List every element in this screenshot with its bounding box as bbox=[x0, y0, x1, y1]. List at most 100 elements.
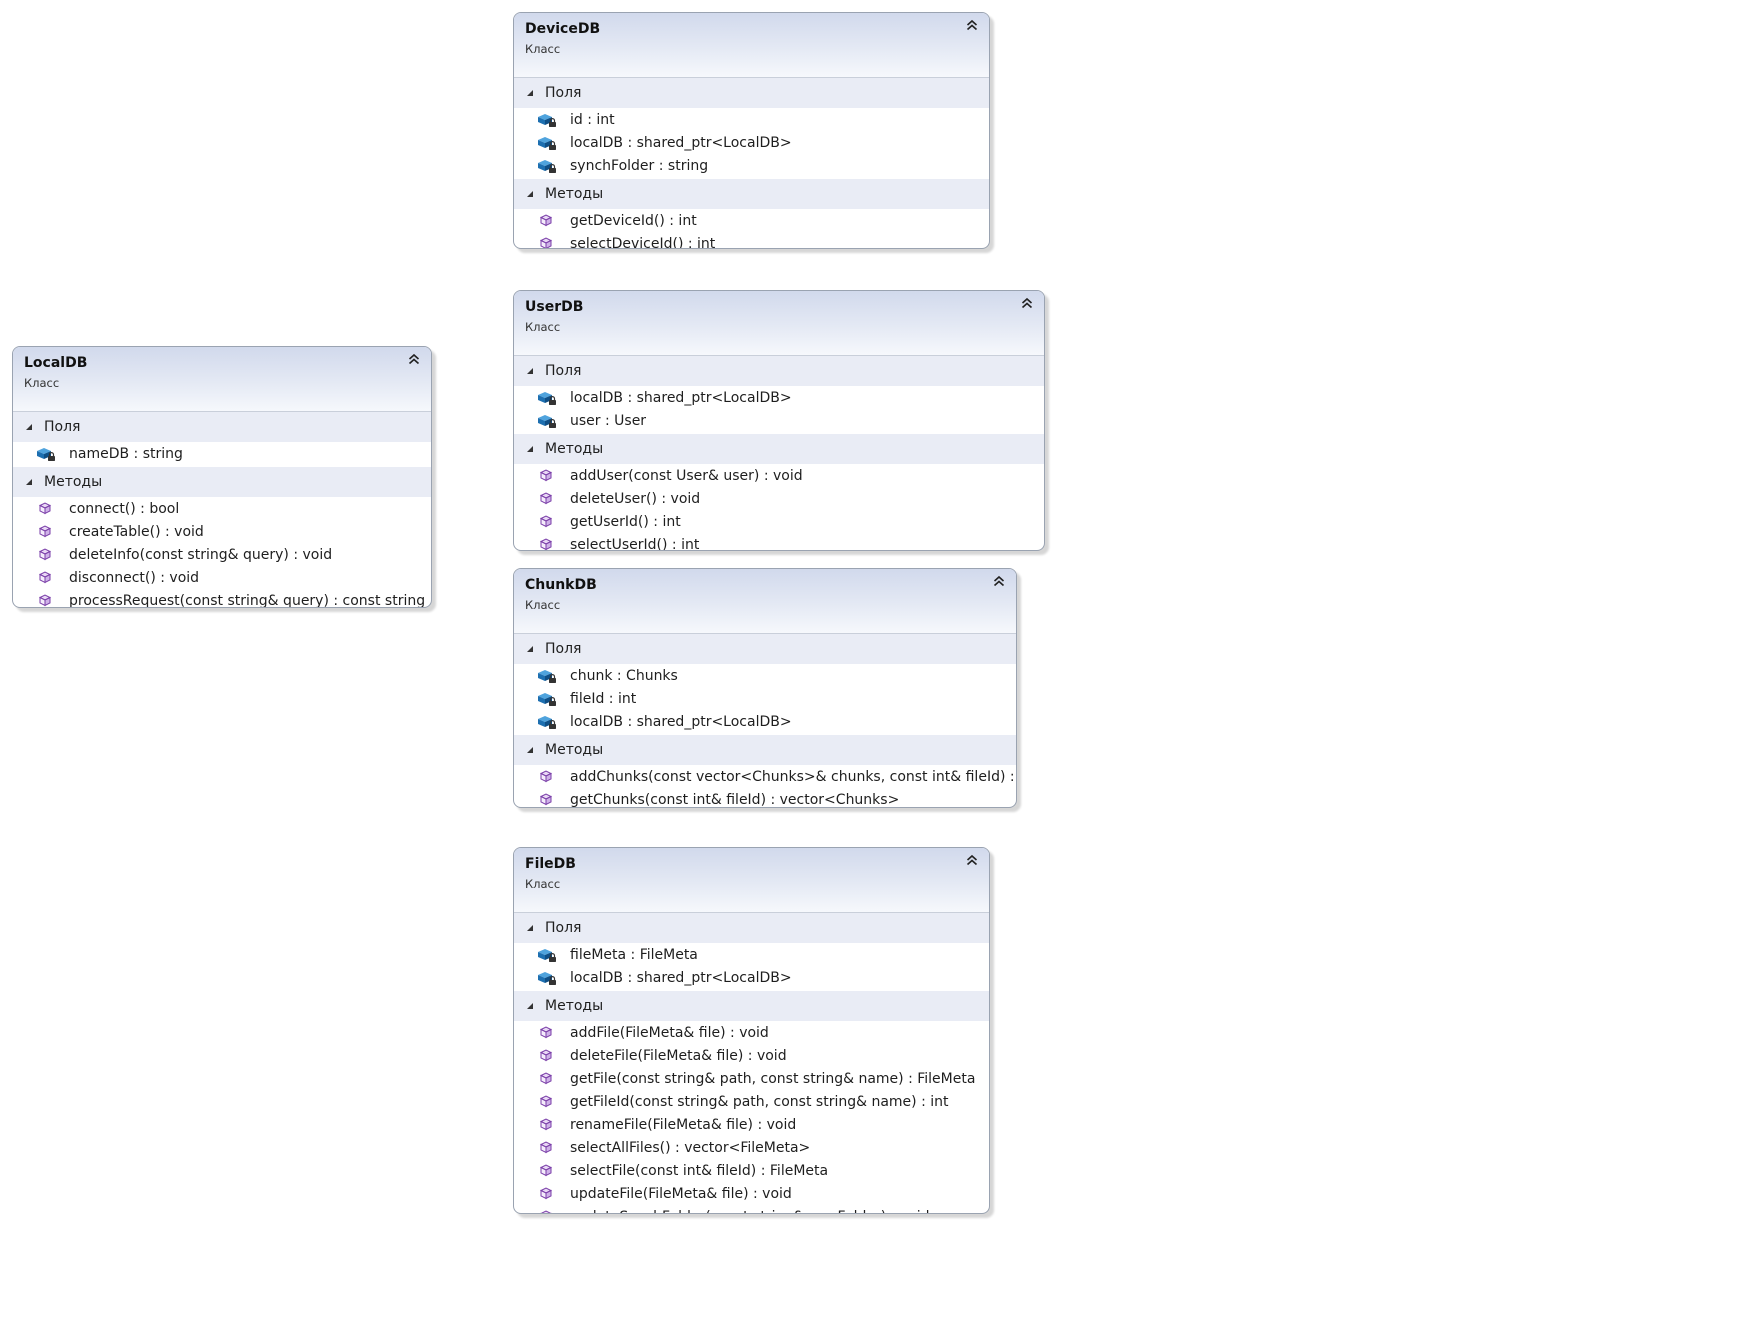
class-header[interactable]: ChunkDB Класс bbox=[514, 569, 1016, 634]
method-row[interactable]: selectAllFiles() : vector<FileMeta> bbox=[514, 1137, 989, 1160]
class-box-filedb[interactable]: FileDB Класс Поля fileMeta : FileMeta loc… bbox=[513, 847, 990, 1214]
class-header[interactable]: LocalDB Класс bbox=[13, 347, 431, 412]
class-header[interactable]: DeviceDB Класс bbox=[514, 13, 989, 78]
section-expander-triangle-icon[interactable] bbox=[527, 646, 533, 652]
fields-section-header[interactable]: Поля bbox=[13, 412, 431, 442]
field-row[interactable]: synchFolder : string bbox=[514, 155, 989, 178]
field-row[interactable]: localDB : shared_ptr<LocalDB> bbox=[514, 132, 989, 155]
class-header[interactable]: FileDB Класс bbox=[514, 848, 989, 913]
method-row[interactable]: updateSynchFolder(const string& newFolde… bbox=[514, 1206, 989, 1213]
method-row[interactable]: getDeviceId() : int bbox=[514, 210, 989, 233]
method-text: getDeviceId() : int bbox=[570, 213, 697, 229]
method-text: deleteInfo(const string& query) : void bbox=[69, 547, 333, 563]
method-icon bbox=[537, 1048, 557, 1064]
field-row[interactable]: fileId : int bbox=[514, 688, 1016, 711]
class-box-userdb[interactable]: UserDB Класс Поля localDB : shared_ptr<L… bbox=[513, 290, 1045, 551]
field-row[interactable]: chunk : Chunks bbox=[514, 665, 1016, 688]
fields-list: nameDB : string bbox=[13, 442, 431, 467]
methods-section-header[interactable]: Методы bbox=[514, 434, 1044, 464]
field-text: nameDB : string bbox=[69, 446, 183, 462]
methods-list: addChunks(const vector<Chunks>& chunks, … bbox=[514, 765, 1016, 807]
field-text: id : int bbox=[570, 112, 615, 128]
method-row[interactable]: deleteFile(FileMeta& file) : void bbox=[514, 1045, 989, 1068]
field-row[interactable]: nameDB : string bbox=[13, 443, 431, 466]
field-row[interactable]: id : int bbox=[514, 109, 989, 132]
fields-section-header[interactable]: Поля bbox=[514, 913, 989, 943]
field-row[interactable]: fileMeta : FileMeta bbox=[514, 944, 989, 967]
method-row[interactable]: updateFile(FileMeta& file) : void bbox=[514, 1183, 989, 1206]
section-expander-triangle-icon[interactable] bbox=[527, 1003, 533, 1009]
class-kind: Класс bbox=[24, 376, 60, 390]
field-text: user : User bbox=[570, 413, 647, 429]
method-row[interactable]: selectUserId() : int bbox=[514, 534, 1044, 550]
method-row[interactable]: getFile(const string& path, const string… bbox=[514, 1068, 989, 1091]
class-box-chunkdb[interactable]: ChunkDB Класс Поля chunk : Chunks fileId … bbox=[513, 568, 1017, 808]
methods-section-header[interactable]: Методы bbox=[13, 467, 431, 497]
section-label: Методы bbox=[545, 186, 604, 202]
method-row[interactable]: getFileId(const string& path, const stri… bbox=[514, 1091, 989, 1114]
private-field-icon bbox=[537, 668, 557, 684]
method-row[interactable]: connect() : bool bbox=[13, 498, 431, 521]
fields-section-header[interactable]: Поля bbox=[514, 78, 989, 108]
collapse-chevron-icon[interactable] bbox=[965, 853, 979, 867]
field-row[interactable]: localDB : shared_ptr<LocalDB> bbox=[514, 711, 1016, 734]
private-field-icon bbox=[537, 691, 557, 707]
section-label: Поля bbox=[545, 363, 582, 379]
method-row[interactable]: renameFile(FileMeta& file) : void bbox=[514, 1114, 989, 1137]
section-expander-triangle-icon[interactable] bbox=[527, 446, 533, 452]
method-text: disconnect() : void bbox=[69, 570, 200, 586]
method-row[interactable]: getChunks(const int& fileId) : vector<Ch… bbox=[514, 789, 1016, 807]
section-label: Методы bbox=[44, 474, 103, 490]
method-text: getFileId(const string& path, const stri… bbox=[570, 1094, 949, 1110]
method-text: getFile(const string& path, const string… bbox=[570, 1071, 976, 1087]
field-row[interactable]: localDB : shared_ptr<LocalDB> bbox=[514, 967, 989, 990]
collapse-chevron-icon[interactable] bbox=[992, 574, 1006, 588]
method-row[interactable]: selectFile(const int& fileId) : FileMeta bbox=[514, 1160, 989, 1183]
method-row[interactable]: processRequest(const string& query) : co… bbox=[13, 590, 431, 607]
method-row[interactable]: deleteInfo(const string& query) : void bbox=[13, 544, 431, 567]
collapse-chevron-icon[interactable] bbox=[407, 352, 421, 366]
method-row[interactable]: addFile(FileMeta& file) : void bbox=[514, 1022, 989, 1045]
method-row[interactable]: getUserId() : int bbox=[514, 511, 1044, 534]
fields-section-header[interactable]: Поля bbox=[514, 634, 1016, 664]
class-kind: Класс bbox=[525, 320, 561, 334]
collapse-chevron-icon[interactable] bbox=[1020, 296, 1034, 310]
private-field-icon bbox=[537, 158, 557, 174]
field-text: fileId : int bbox=[570, 691, 637, 707]
section-expander-triangle-icon[interactable] bbox=[26, 479, 32, 485]
methods-section-header[interactable]: Методы bbox=[514, 179, 989, 209]
class-kind: Класс bbox=[525, 42, 561, 56]
section-expander-triangle-icon[interactable] bbox=[527, 191, 533, 197]
section-expander-triangle-icon[interactable] bbox=[527, 747, 533, 753]
field-row[interactable]: localDB : shared_ptr<LocalDB> bbox=[514, 387, 1044, 410]
section-expander-triangle-icon[interactable] bbox=[527, 368, 533, 374]
method-row[interactable]: addUser(const User& user) : void bbox=[514, 465, 1044, 488]
private-field-icon bbox=[537, 970, 557, 986]
section-expander-triangle-icon[interactable] bbox=[527, 90, 533, 96]
method-icon bbox=[537, 1186, 557, 1202]
method-row[interactable]: deleteUser() : void bbox=[514, 488, 1044, 511]
method-text: renameFile(FileMeta& file) : void bbox=[570, 1117, 797, 1133]
method-icon bbox=[36, 524, 56, 540]
method-row[interactable]: selectDeviceId() : int bbox=[514, 233, 989, 248]
class-box-localdb[interactable]: LocalDB Класс Поля nameDB : string Метод… bbox=[12, 346, 432, 608]
method-row[interactable]: disconnect() : void bbox=[13, 567, 431, 590]
method-row[interactable]: createTable() : void bbox=[13, 521, 431, 544]
methods-section-header[interactable]: Методы bbox=[514, 735, 1016, 765]
class-name: ChunkDB bbox=[525, 577, 597, 593]
section-expander-triangle-icon[interactable] bbox=[26, 424, 32, 430]
class-box-devicedb[interactable]: DeviceDB Класс Поля id : int localDB : sh… bbox=[513, 12, 990, 249]
field-row[interactable]: user : User bbox=[514, 410, 1044, 433]
collapse-chevron-icon[interactable] bbox=[965, 18, 979, 32]
section-expander-triangle-icon[interactable] bbox=[527, 925, 533, 931]
section-label: Методы bbox=[545, 742, 604, 758]
fields-section-header[interactable]: Поля bbox=[514, 356, 1044, 386]
class-header[interactable]: UserDB Класс bbox=[514, 291, 1044, 356]
field-text: localDB : shared_ptr<LocalDB> bbox=[570, 135, 792, 151]
method-text: deleteFile(FileMeta& file) : void bbox=[570, 1048, 787, 1064]
method-row[interactable]: addChunks(const vector<Chunks>& chunks, … bbox=[514, 766, 1016, 789]
methods-section-header[interactable]: Методы bbox=[514, 991, 989, 1021]
private-field-icon bbox=[36, 446, 56, 462]
field-text: localDB : shared_ptr<LocalDB> bbox=[570, 390, 792, 406]
method-icon bbox=[537, 769, 557, 785]
